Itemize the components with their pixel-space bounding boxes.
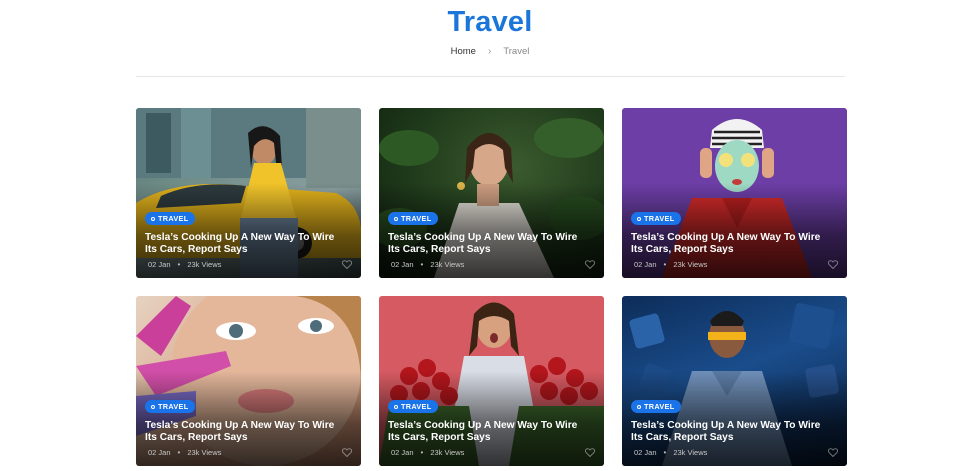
heart-icon[interactable]	[585, 260, 595, 269]
article-meta: 02 Jan • 23k Views	[148, 260, 221, 269]
article-title[interactable]: Tesla’s Cooking Up A New Way To Wire Its…	[631, 420, 833, 444]
article-meta: 02 Jan • 23k Views	[391, 448, 464, 457]
article-card[interactable]: TRAVEL Tesla’s Cooking Up A New Way To W…	[622, 296, 847, 466]
heart-icon[interactable]	[585, 448, 595, 457]
heart-icon[interactable]	[828, 448, 838, 457]
article-views: 23k Views	[673, 448, 708, 457]
category-badge[interactable]: TRAVEL	[145, 212, 196, 225]
category-badge[interactable]: TRAVEL	[388, 212, 439, 225]
dot-icon: •	[177, 260, 181, 269]
circle-icon	[394, 404, 398, 409]
header-divider	[136, 76, 845, 77]
chevron-right-icon: ›	[487, 45, 492, 57]
article-views: 23k Views	[430, 448, 465, 457]
heart-icon[interactable]	[342, 260, 352, 269]
dot-icon: •	[663, 448, 667, 457]
article-title[interactable]: Tesla’s Cooking Up A New Way To Wire Its…	[631, 232, 833, 256]
dot-icon: •	[663, 260, 667, 269]
article-views: 23k Views	[187, 260, 222, 269]
article-date: 02 Jan	[634, 448, 657, 457]
category-label: TRAVEL	[401, 402, 432, 411]
circle-icon	[151, 404, 155, 409]
article-date: 02 Jan	[391, 260, 414, 269]
heart-icon[interactable]	[342, 448, 352, 457]
circle-icon	[637, 216, 641, 221]
breadcrumb-home-link[interactable]: Home	[451, 46, 476, 57]
category-badge[interactable]: TRAVEL	[145, 400, 196, 413]
article-date: 02 Jan	[391, 448, 414, 457]
article-date: 02 Jan	[148, 448, 171, 457]
circle-icon	[151, 216, 155, 221]
dot-icon: •	[177, 448, 181, 457]
category-badge[interactable]: TRAVEL	[631, 212, 682, 225]
article-views: 23k Views	[187, 448, 222, 457]
article-views: 23k Views	[430, 260, 465, 269]
heart-icon[interactable]	[828, 260, 838, 269]
article-grid: TRAVEL Tesla’s Cooking Up A New Way To W…	[136, 108, 847, 468]
article-card[interactable]: TRAVEL Tesla’s Cooking Up A New Way To W…	[379, 296, 604, 466]
article-card[interactable]: TRAVEL Tesla’s Cooking Up A New Way To W…	[136, 108, 361, 278]
article-card[interactable]: TRAVEL Tesla’s Cooking Up A New Way To W…	[379, 108, 604, 278]
category-badge[interactable]: TRAVEL	[388, 400, 439, 413]
article-meta: 02 Jan • 23k Views	[391, 260, 464, 269]
category-badge[interactable]: TRAVEL	[631, 400, 682, 413]
article-title[interactable]: Tesla’s Cooking Up A New Way To Wire Its…	[145, 232, 347, 256]
article-date: 02 Jan	[148, 260, 171, 269]
article-card[interactable]: TRAVEL Tesla’s Cooking Up A New Way To W…	[622, 108, 847, 278]
category-label: TRAVEL	[644, 402, 675, 411]
article-title[interactable]: Tesla’s Cooking Up A New Way To Wire Its…	[388, 232, 590, 256]
article-meta: 02 Jan • 23k Views	[634, 260, 707, 269]
category-label: TRAVEL	[644, 214, 675, 223]
article-date: 02 Jan	[634, 260, 657, 269]
dot-icon: •	[420, 448, 424, 457]
category-label: TRAVEL	[158, 214, 189, 223]
article-views: 23k Views	[673, 260, 708, 269]
category-label: TRAVEL	[158, 402, 189, 411]
article-card[interactable]: TRAVEL Tesla’s Cooking Up A New Way To W…	[136, 296, 361, 466]
breadcrumb: Home › Travel	[0, 46, 980, 57]
page-title: Travel	[447, 6, 533, 38]
article-title[interactable]: Tesla’s Cooking Up A New Way To Wire Its…	[145, 420, 347, 444]
article-meta: 02 Jan • 23k Views	[634, 448, 707, 457]
article-meta: 02 Jan • 23k Views	[148, 448, 221, 457]
breadcrumb-current: Travel	[503, 46, 530, 57]
circle-icon	[394, 216, 398, 221]
circle-icon	[637, 404, 641, 409]
category-label: TRAVEL	[401, 214, 432, 223]
dot-icon: •	[420, 260, 424, 269]
article-title[interactable]: Tesla’s Cooking Up A New Way To Wire Its…	[388, 420, 590, 444]
